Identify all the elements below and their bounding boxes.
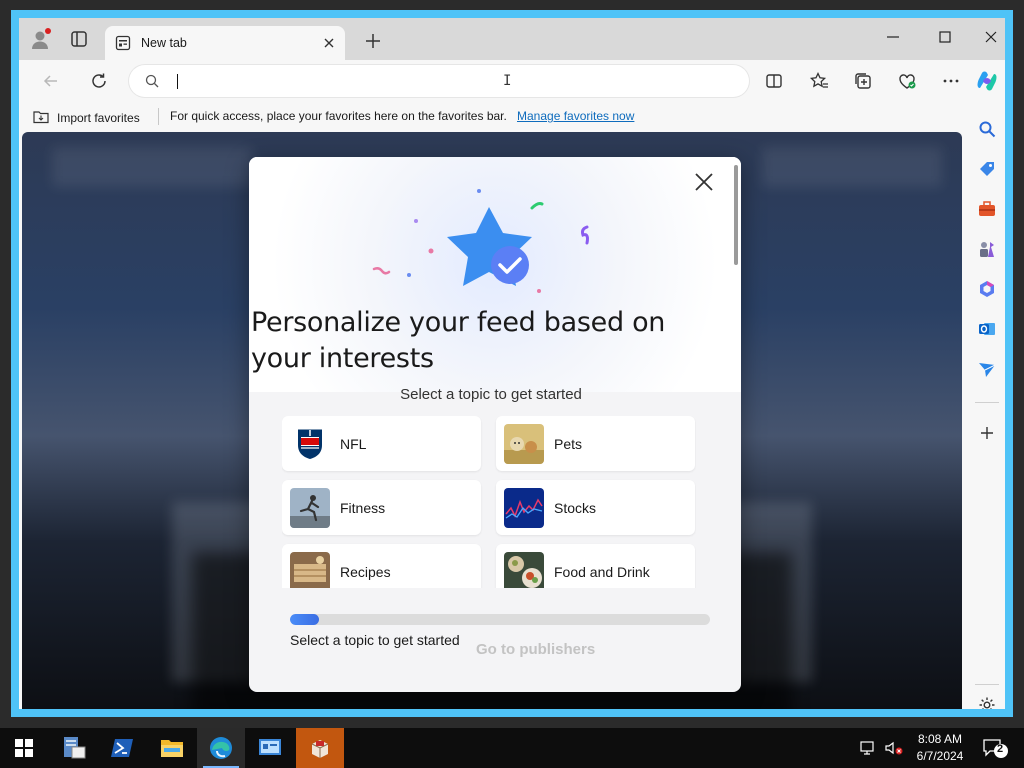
favorites-divider — [158, 108, 159, 125]
browser-window: New tab I Import favorites For quick acc… — [11, 10, 1013, 717]
topic-food-and-drink[interactable]: Food and Drink — [496, 544, 695, 588]
refresh-icon[interactable] — [89, 71, 109, 91]
import-favorites-button[interactable]: Import favorites — [33, 109, 140, 127]
selection-progress-bar — [290, 614, 710, 625]
topic-label: Fitness — [340, 499, 386, 516]
close-tab-icon[interactable] — [321, 35, 337, 51]
dialog-subtitle: Select a topic to get started — [400, 386, 582, 403]
shopping-tag-icon[interactable] — [978, 160, 996, 178]
import-folder-icon — [33, 109, 50, 127]
recipes-thumbnail-icon — [290, 551, 330, 588]
microsoft-365-icon[interactable] — [978, 280, 996, 298]
address-input[interactable] — [175, 71, 715, 91]
tab-actions-icon[interactable] — [69, 29, 89, 49]
edge-browser-icon[interactable] — [197, 728, 245, 768]
topic-pets[interactable]: Pets — [496, 416, 695, 471]
progress-fill — [290, 614, 320, 625]
collections-icon[interactable] — [853, 71, 873, 91]
sidebar-search-icon[interactable] — [978, 120, 996, 138]
close-window-icon[interactable] — [983, 29, 999, 45]
topic-label: Recipes — [340, 563, 391, 580]
sidebar-add-icon[interactable] — [978, 424, 996, 442]
fitness-thumbnail-icon — [290, 487, 330, 528]
send-paper-plane-icon[interactable] — [978, 360, 996, 378]
clock-date: 6/7/2024 — [916, 749, 964, 763]
favorites-star-icon[interactable] — [809, 71, 829, 91]
server-manager-icon[interactable] — [50, 728, 98, 768]
address-bar[interactable]: I — [129, 65, 749, 97]
file-explorer-icon[interactable] — [148, 728, 196, 768]
manage-favorites-link[interactable]: Manage favorites now — [517, 109, 634, 123]
sidebar-settings-gear-icon[interactable] — [978, 696, 996, 709]
new-tab-page: Personalize your feed based on your inte… — [22, 132, 962, 709]
pets-thumbnail-icon — [504, 423, 544, 464]
topic-label: Food and Drink — [554, 563, 650, 580]
control-panel-icon[interactable] — [246, 728, 294, 768]
text-caret — [177, 74, 178, 89]
topic-grid: NFL Pets Fitness Stocks Recipes Food and… — [282, 416, 696, 588]
stocks-thumbnail-icon — [504, 487, 544, 528]
notifications-icon[interactable]: 2 — [982, 728, 1010, 768]
games-chess-icon[interactable] — [978, 240, 996, 258]
topic-label: Stocks — [554, 499, 597, 516]
outlook-icon[interactable] — [978, 320, 996, 338]
minimize-icon[interactable] — [885, 29, 901, 45]
browser-essentials-icon[interactable] — [897, 71, 917, 91]
maximize-icon[interactable] — [937, 29, 953, 45]
clock-time: 8:08 AM — [917, 732, 963, 746]
star-checkmark-icon — [372, 189, 589, 293]
navigation-toolbar: I — [19, 60, 1005, 102]
tab-title: New tab — [141, 36, 187, 50]
powershell-icon[interactable] — [99, 728, 147, 768]
system-clock[interactable]: 8:08 AM 6/7/2024 — [900, 731, 980, 765]
favorites-bar: Import favorites For quick access, place… — [19, 102, 1005, 132]
tab-strip: New tab — [19, 18, 1005, 60]
search-icon — [145, 74, 159, 88]
profile-avatar-icon[interactable] — [29, 27, 53, 51]
windows-taskbar: 8:08 AM 6/7/2024 2 — [0, 728, 1024, 768]
topic-stocks[interactable]: Stocks — [496, 480, 695, 535]
sidebar-divider — [975, 684, 999, 685]
topic-label: NFL — [340, 435, 367, 452]
new-tab-icon — [115, 35, 131, 51]
dialog-title: Personalize your feed based on your inte… — [251, 307, 666, 374]
favorites-hint: For quick access, place your favorites h… — [170, 109, 507, 123]
app-box-icon[interactable] — [296, 728, 344, 768]
go-to-publishers-button[interactable]: Go to publishers — [476, 641, 595, 658]
topic-recipes[interactable]: Recipes — [282, 544, 481, 588]
progress-label: Select a topic to get started — [290, 632, 460, 648]
topic-nfl[interactable]: NFL — [282, 416, 481, 471]
tools-briefcase-icon[interactable] — [978, 200, 996, 218]
blurred-background — [52, 147, 252, 187]
personalize-feed-dialog: Personalize your feed based on your inte… — [249, 157, 741, 692]
browser-frame: New tab I Import favorites For quick acc… — [19, 18, 1005, 709]
back-arrow-icon[interactable] — [41, 71, 61, 91]
blurred-background — [762, 147, 942, 187]
import-favorites-label: Import favorites — [57, 111, 140, 125]
dialog-scrollbar[interactable] — [734, 165, 738, 265]
notifications-count: 2 — [997, 743, 1004, 755]
copilot-icon[interactable] — [974, 68, 1000, 94]
nfl-logo-icon — [290, 423, 330, 464]
topic-fitness[interactable]: Fitness — [282, 480, 481, 535]
windows-start-icon[interactable] — [0, 728, 48, 768]
close-dialog-icon[interactable] — [693, 171, 715, 193]
more-options-icon[interactable] — [941, 71, 961, 91]
edge-sidebar — [969, 102, 1005, 709]
food-thumbnail-icon — [504, 551, 544, 588]
ibeam-cursor-icon: I — [503, 73, 512, 89]
sidebar-divider — [975, 402, 999, 403]
split-screen-icon[interactable] — [764, 71, 784, 91]
plus-icon[interactable] — [365, 33, 381, 49]
topic-label: Pets — [554, 435, 583, 452]
network-icon[interactable] — [860, 728, 878, 768]
tab-new-tab[interactable]: New tab — [105, 26, 345, 60]
